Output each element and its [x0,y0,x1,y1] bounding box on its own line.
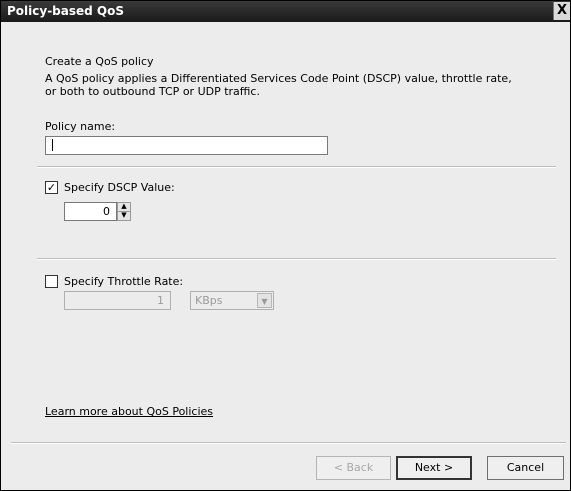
separator-top [37,166,556,168]
throttle-checkbox[interactable] [45,275,58,288]
next-button[interactable]: Next > [396,456,472,480]
separator-bottom [11,442,566,444]
dscp-value: 0 [103,205,110,218]
policy-name-input[interactable] [45,136,328,155]
throttle-label: Specify Throttle Rate: [64,275,184,288]
throttle-unit-select[interactable]: KBps ▼ [190,291,274,310]
dscp-label: Specify DSCP Value: [64,181,175,194]
intro-heading: Create a QoS policy [45,55,154,68]
throttle-unit-value: KBps [195,294,223,307]
dscp-checkbox[interactable]: ✓ [45,181,58,194]
close-button[interactable]: X [553,2,570,20]
throttle-rate-value: 1 [157,294,164,307]
back-button[interactable]: < Back [316,456,391,480]
cancel-button[interactable]: Cancel [487,456,564,480]
separator-middle [37,258,556,260]
dscp-spin-down-icon[interactable]: ▼ [117,211,131,221]
intro-description-line2: or both to outbound TCP or UDP traffic. [45,85,260,98]
qos-policy-dialog: Policy-based QoS X Create a QoS policy A… [0,0,571,491]
learn-more-link[interactable]: Learn more about QoS Policies [45,405,213,418]
dscp-value-input[interactable]: 0 [64,202,117,221]
policy-name-label: Policy name: [45,120,116,133]
intro-description-line1: A QoS policy applies a Differentiated Se… [45,72,512,85]
window-title: Policy-based QoS [7,4,125,18]
chevron-down-icon[interactable]: ▼ [257,293,272,308]
text-caret [52,139,53,151]
throttle-rate-input[interactable]: 1 [64,291,171,310]
title-bar: Policy-based QoS X [1,1,570,22]
